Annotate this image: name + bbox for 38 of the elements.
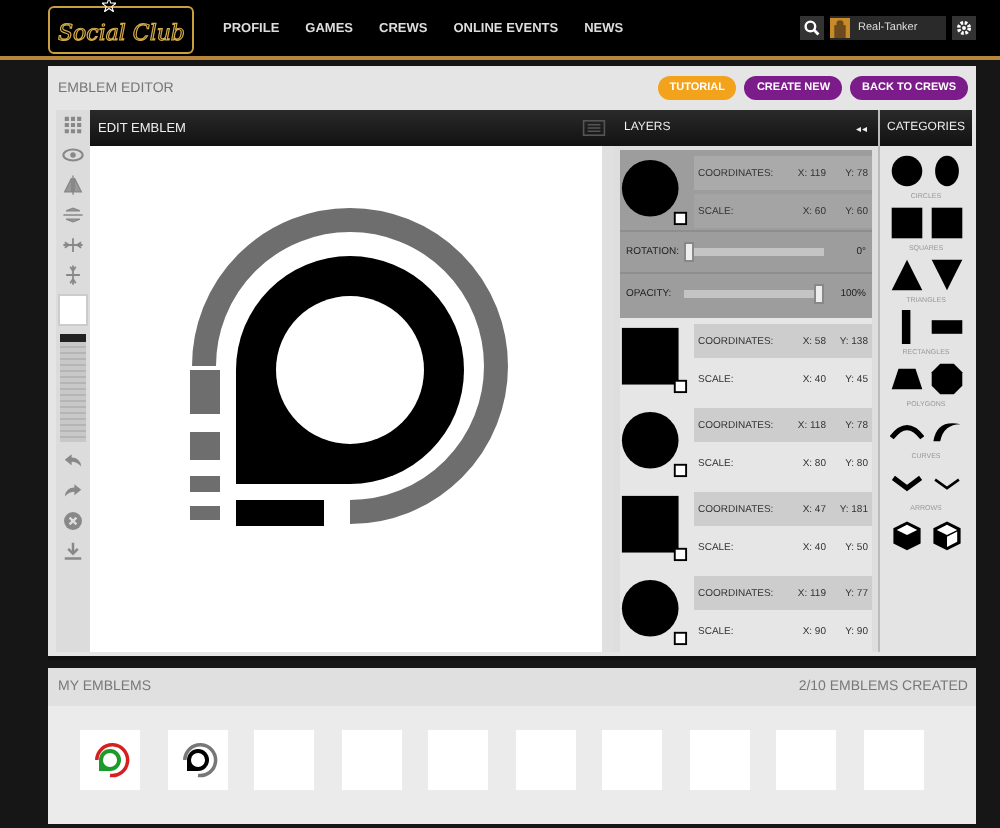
settings-button[interactable] <box>952 16 976 40</box>
shade-palette[interactable] <box>60 334 86 442</box>
eye-icon[interactable] <box>62 144 84 166</box>
logo-text: Social Club <box>58 20 185 46</box>
shape-icon[interactable] <box>929 206 963 240</box>
download-icon[interactable] <box>62 540 84 562</box>
slider-thumb[interactable] <box>684 242 694 262</box>
shape-icon[interactable] <box>929 518 963 552</box>
menu-icon[interactable] <box>582 120 606 136</box>
align-vertical-icon[interactable] <box>62 264 84 286</box>
undo-icon[interactable] <box>62 450 84 472</box>
circle-icon <box>620 158 688 226</box>
shape-icon[interactable] <box>929 258 963 292</box>
circle-icon <box>620 578 688 646</box>
shape-icon[interactable] <box>889 518 923 552</box>
color-swatch[interactable] <box>58 294 88 326</box>
redo-icon[interactable] <box>62 480 84 502</box>
flip-horizontal-icon[interactable] <box>62 204 84 226</box>
shape-icon[interactable] <box>889 258 923 292</box>
square-icon <box>620 494 688 562</box>
slider[interactable] <box>684 242 824 262</box>
square-icon <box>620 326 688 394</box>
slider[interactable] <box>684 284 824 304</box>
emblem-slot[interactable] <box>167 730 227 790</box>
search-button[interactable] <box>800 16 824 40</box>
avatar-icon <box>830 16 850 40</box>
delete-icon[interactable] <box>62 510 84 532</box>
star-icon <box>102 0 116 12</box>
circle-icon <box>620 410 688 478</box>
shape-icon[interactable] <box>929 154 963 188</box>
align-horizontal-icon[interactable] <box>62 234 84 256</box>
grid-icon[interactable] <box>62 114 84 136</box>
shape-icon[interactable] <box>889 154 923 188</box>
shape-icon[interactable] <box>929 362 963 396</box>
flip-vertical-icon[interactable] <box>62 174 84 196</box>
shape-icon[interactable] <box>889 206 923 240</box>
logo[interactable]: Social Club <box>48 6 195 54</box>
slider-thumb[interactable] <box>814 284 824 304</box>
